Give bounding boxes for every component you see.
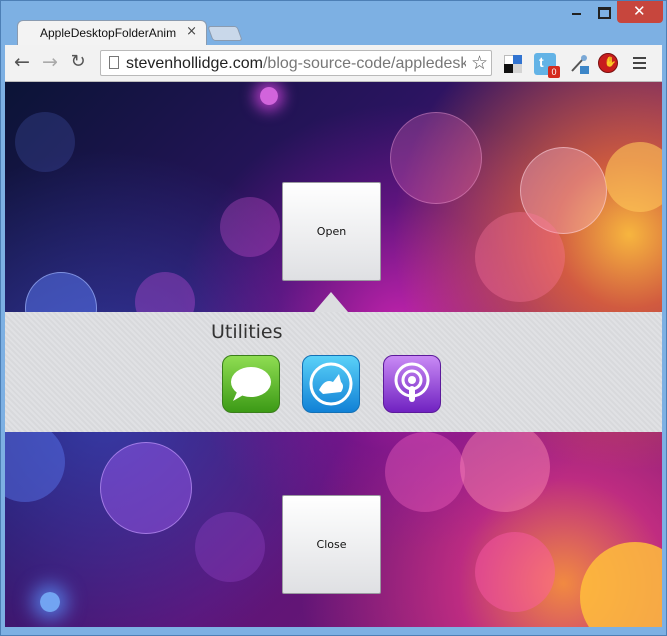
- new-tab-button[interactable]: [207, 26, 243, 41]
- reload-icon: ↻: [70, 51, 86, 72]
- bokeh-bubble: [580, 542, 662, 627]
- url-path: /blog-source-code/appledeskto: [262, 55, 466, 72]
- browser-window: AppleDesktopFolderAnim × ✕ ← → ↻ stevenh…: [0, 0, 667, 636]
- folder-pointer: [314, 292, 348, 312]
- tab-close-icon[interactable]: ×: [186, 24, 197, 39]
- bokeh-bubble: [5, 432, 65, 502]
- browser-toolbar: ← → ↻ stevenhollidge.com/blog-source-cod…: [5, 45, 662, 82]
- bokeh-bubble: [260, 87, 278, 105]
- reload-button[interactable]: ↻: [67, 51, 89, 73]
- tweetbot-app-icon[interactable]: [302, 355, 360, 413]
- bokeh-bubble: [100, 442, 192, 534]
- minimize-button[interactable]: [563, 1, 589, 23]
- podcasts-app-icon[interactable]: [383, 355, 441, 413]
- address-bar[interactable]: stevenhollidge.com/blog-source-code/appl…: [100, 50, 492, 76]
- messages-app-icon[interactable]: [222, 355, 280, 413]
- title-bar: AppleDesktopFolderAnim × ✕: [1, 1, 667, 45]
- tab-title: AppleDesktopFolderAnim: [40, 26, 177, 40]
- open-button[interactable]: Open: [282, 182, 381, 281]
- adblock-stop-icon[interactable]: ✋: [598, 53, 618, 73]
- url-text[interactable]: stevenhollidge.com/blog-source-code/appl…: [126, 55, 466, 73]
- page-icon: [109, 56, 119, 69]
- bokeh-bubble: [385, 432, 465, 512]
- minimize-icon: [572, 13, 581, 15]
- maximize-icon: [598, 7, 611, 19]
- window-close-button[interactable]: ✕: [617, 1, 663, 23]
- bokeh-bubble: [460, 432, 550, 512]
- tweetdeck-icon[interactable]: t 0: [534, 53, 560, 78]
- dev-tools-icon[interactable]: [568, 53, 590, 75]
- delicious-icon[interactable]: [502, 53, 524, 75]
- forward-arrow-icon: →: [42, 51, 58, 73]
- url-host: stevenhollidge.com: [126, 55, 263, 72]
- bokeh-bubble: [25, 272, 97, 312]
- bokeh-bubble: [605, 142, 662, 212]
- bookmark-star-icon[interactable]: ☆: [471, 52, 488, 74]
- folder-title: Utilities: [211, 321, 283, 343]
- folder-panel: Utilities: [5, 312, 662, 432]
- bokeh-bubble: [475, 212, 565, 302]
- bokeh-bubble: [40, 592, 60, 612]
- notification-badge: 0: [548, 66, 560, 78]
- close-button[interactable]: Close: [282, 495, 381, 594]
- back-arrow-icon: ←: [14, 51, 30, 73]
- bokeh-bubble: [220, 197, 280, 257]
- bokeh-bubble: [475, 532, 555, 612]
- maximize-button[interactable]: [590, 1, 616, 23]
- bokeh-bubble: [390, 112, 482, 204]
- browser-tab[interactable]: AppleDesktopFolderAnim ×: [17, 20, 207, 45]
- forward-button[interactable]: →: [39, 51, 61, 73]
- bokeh-bubble: [195, 512, 265, 582]
- bokeh-bubble: [135, 272, 195, 312]
- close-icon: ✕: [633, 2, 646, 20]
- menu-icon[interactable]: [633, 57, 646, 72]
- page-viewport: Utilities Open Close: [5, 82, 662, 627]
- back-button[interactable]: ←: [11, 51, 33, 73]
- bokeh-bubble: [15, 112, 75, 172]
